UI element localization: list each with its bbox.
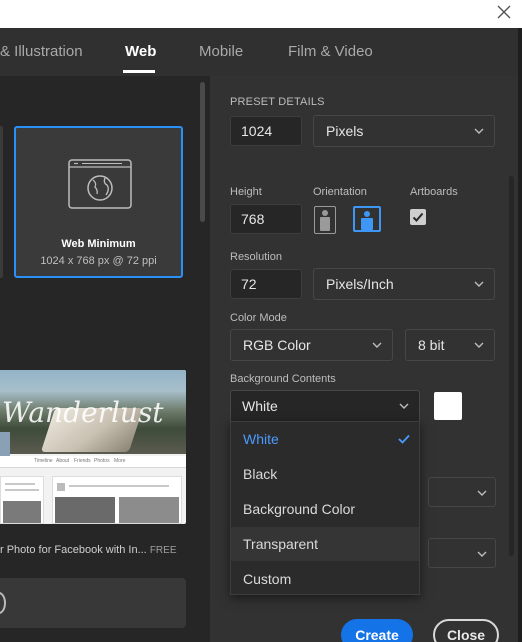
background-contents-select[interactable]: White	[230, 390, 420, 422]
menu-item-label: Transparent	[243, 536, 318, 552]
tab-mobile[interactable]: Mobile	[199, 43, 243, 60]
artboards-checkbox[interactable]	[410, 209, 426, 225]
preset-title: Web Minimum	[61, 238, 136, 250]
thumbnail-text-line	[5, 483, 35, 485]
chevron-down-icon	[474, 342, 484, 348]
resolution-label: Resolution	[230, 251, 282, 263]
width-unit-select[interactable]: Pixels	[313, 115, 495, 147]
thumbnail-cover-text: Wanderlust	[2, 396, 164, 429]
chevron-down-icon	[474, 128, 484, 134]
thumbnail-avatar	[0, 432, 10, 456]
background-contents-value: White	[242, 398, 278, 414]
thumbnail-nav-tab: More	[114, 458, 126, 464]
menu-item-label: Background Color	[243, 501, 356, 517]
background-color-swatch[interactable]	[434, 392, 462, 420]
chevron-down-icon	[474, 281, 484, 287]
menu-item-label: White	[243, 431, 279, 447]
checkmark-icon	[412, 212, 424, 222]
orientation-label: Orientation	[313, 186, 367, 198]
close-button[interactable]: Close	[433, 619, 499, 642]
chevron-down-icon	[399, 403, 409, 409]
close-icon[interactable]	[496, 4, 512, 20]
thumbnail-nav-tab: Timeline	[34, 458, 53, 464]
thumbnail-post-image	[55, 497, 115, 523]
thumbnail-post-avatar	[57, 483, 65, 491]
preset-card-web-minimum[interactable]: Web Minimum 1024 x 768 px @ 72 ppi	[14, 126, 183, 278]
thumbnail-post	[0, 476, 44, 524]
menu-item-label: Custom	[243, 571, 292, 587]
landscape-person-icon	[361, 211, 373, 230]
portrait-orientation-button[interactable]	[314, 206, 336, 234]
partially-hidden-select[interactable]	[428, 538, 496, 568]
template-thumbnail[interactable]: Wanderlust Timeline About Friends Photos…	[0, 370, 186, 524]
thumbnail-nav: Timeline About Friends Photos More	[0, 456, 186, 468]
resolution-unit-value: Pixels/Inch	[326, 276, 394, 292]
color-mode-select[interactable]: RGB Color	[230, 329, 393, 361]
chevron-down-icon	[477, 551, 487, 557]
menu-item-black[interactable]: Black	[231, 457, 419, 491]
preset-details-heading: PRESET DETAILS	[230, 96, 325, 108]
details-scrollbar[interactable]	[509, 176, 514, 556]
window-edge	[518, 28, 522, 642]
title-bar	[0, 0, 522, 28]
thumbnail-nav-tab: Friends	[74, 458, 91, 464]
resolution-input[interactable]: 72	[230, 269, 302, 299]
template-caption[interactable]: r Photo for Facebook with In... FREE	[0, 544, 200, 556]
height-label: Height	[230, 186, 262, 198]
bit-depth-select[interactable]: 8 bit	[405, 329, 495, 361]
height-input[interactable]: 768	[230, 204, 302, 234]
free-badge: FREE	[149, 545, 177, 556]
thumbnail-post	[52, 476, 182, 524]
thumbnail-nav-tab: About	[56, 458, 70, 464]
color-mode-value: RGB Color	[243, 337, 311, 353]
menu-item-label: Black	[243, 466, 278, 482]
menu-item-background-color[interactable]: Background Color	[231, 492, 419, 526]
portrait-person-icon	[320, 210, 330, 231]
menu-item-custom[interactable]: Custom	[231, 562, 419, 596]
tab-film-video[interactable]: Film & Video	[288, 43, 373, 60]
find-templates-bar[interactable]	[0, 578, 186, 628]
thumbnail-post-image	[3, 501, 41, 523]
thumbnail-post-image	[119, 497, 179, 523]
menu-item-transparent[interactable]: Transparent	[231, 527, 419, 561]
thumbnail-nav-tab: Photos	[94, 458, 110, 464]
background-contents-menu: White Black Background Color Transparent…	[230, 421, 420, 595]
chevron-down-icon	[372, 342, 382, 348]
web-globe-icon	[68, 159, 132, 209]
artboards-label: Artboards	[410, 186, 458, 198]
template-title: r Photo for Facebook with In...	[0, 544, 147, 556]
resolution-unit-select[interactable]: Pixels/Inch	[313, 268, 495, 300]
width-input[interactable]: 1024	[230, 116, 302, 146]
tab-web[interactable]: Web	[125, 43, 156, 60]
presets-panel: Web Minimum 1024 x 768 px @ 72 ppi Wande…	[0, 76, 210, 642]
tab-print-illustration[interactable]: & Illustration	[0, 43, 83, 60]
preset-details-panel: PRESET DETAILS 1024 Pixels Height Orient…	[210, 76, 518, 642]
preset-subtitle: 1024 x 768 px @ 72 ppi	[40, 255, 157, 267]
category-tabs: & Illustration Web Mobile Film & Video	[0, 28, 518, 76]
thumbnail-text-line	[5, 489, 39, 491]
color-mode-label: Color Mode	[230, 312, 287, 324]
background-contents-label: Background Contents	[230, 373, 336, 385]
width-unit-value: Pixels	[326, 123, 364, 139]
search-icon	[0, 592, 6, 614]
bit-depth-value: 8 bit	[418, 337, 445, 353]
create-button[interactable]: Create	[341, 619, 413, 642]
thumbnail-text-line	[69, 485, 169, 487]
checkmark-icon	[398, 434, 410, 444]
menu-item-white[interactable]: White	[231, 422, 419, 456]
partially-hidden-select[interactable]	[428, 477, 496, 507]
landscape-orientation-button[interactable]	[353, 206, 381, 232]
chevron-down-icon	[477, 490, 487, 496]
active-tab-indicator	[123, 70, 155, 73]
new-document-dialog: & Illustration Web Mobile Film & Video W…	[0, 28, 518, 642]
previous-preset-card[interactable]	[0, 126, 3, 278]
presets-scrollbar[interactable]	[200, 82, 205, 222]
